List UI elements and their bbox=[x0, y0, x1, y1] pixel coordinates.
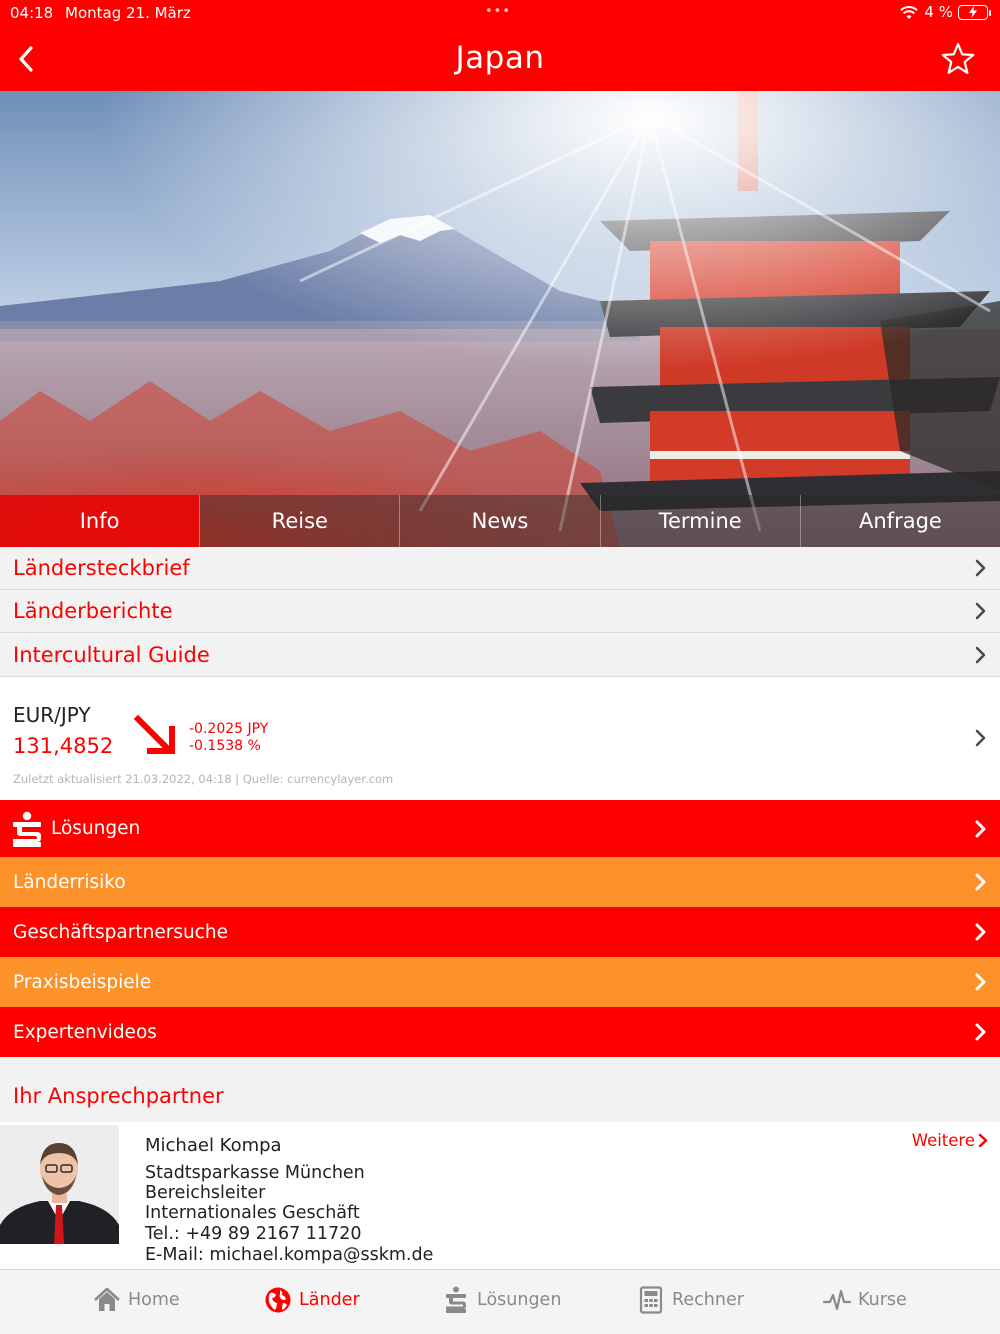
menu-label: Länderrisiko bbox=[13, 871, 126, 893]
tabbar-rechner[interactable]: Rechner bbox=[637, 1286, 744, 1314]
arrow-down-right-icon bbox=[133, 714, 175, 754]
chevron-right-icon bbox=[975, 729, 986, 747]
contact-organization: Stadtsparkasse München bbox=[145, 1163, 365, 1183]
currency-rate: 131,4852 bbox=[13, 734, 114, 758]
tabbar-loesungen[interactable]: Lösungen bbox=[442, 1286, 561, 1314]
chevron-right-icon bbox=[975, 873, 986, 891]
tab-reise[interactable]: Reise bbox=[199, 495, 400, 547]
status-time: 04:18 bbox=[10, 4, 54, 22]
battery-percent: 4 % bbox=[924, 3, 953, 21]
link-label: Ländersteckbrief bbox=[13, 556, 190, 580]
wifi-icon bbox=[900, 5, 919, 19]
tabbar-kurse[interactable]: Kurse bbox=[823, 1286, 907, 1314]
link-intercultural-guide[interactable]: Intercultural Guide bbox=[0, 633, 1000, 677]
contact-card: Michael Kompa Stadtsparkasse München Ber… bbox=[0, 1122, 1000, 1269]
link-label: Intercultural Guide bbox=[13, 642, 210, 667]
contact-department: Internationales Geschäft bbox=[145, 1203, 360, 1223]
tabbar-label: Lösungen bbox=[477, 1290, 562, 1310]
tab-news[interactable]: News bbox=[399, 495, 600, 547]
currency-pair: EUR/JPY bbox=[13, 703, 91, 727]
more-contacts-link[interactable]: Weitere bbox=[912, 1131, 988, 1150]
link-label: Länderberichte bbox=[13, 599, 173, 623]
tabbar-label: Home bbox=[128, 1290, 180, 1310]
chevron-right-icon bbox=[975, 973, 986, 991]
contact-avatar bbox=[0, 1125, 119, 1244]
chevron-right-icon bbox=[978, 1133, 988, 1148]
currency-change-percent: -0.1538 % bbox=[189, 738, 261, 754]
sparkasse-icon bbox=[13, 811, 41, 847]
status-indicators: 4 % bbox=[899, 3, 991, 21]
tabbar-label: Kurse bbox=[858, 1290, 907, 1310]
tabbar-laender[interactable]: Länder bbox=[264, 1286, 360, 1314]
menu-geschaeftspartnersuche[interactable]: Geschäftspartnersuche bbox=[0, 907, 1000, 957]
favorite-star-icon[interactable] bbox=[940, 41, 976, 77]
hero-image: Info Reise News Termine Anfrage bbox=[0, 91, 1000, 547]
sparkasse-icon bbox=[446, 1286, 466, 1313]
contact-phone[interactable]: Tel.: +49 89 2167 11720 bbox=[145, 1224, 361, 1244]
calculator-icon bbox=[639, 1286, 663, 1314]
contact-name: Michael Kompa bbox=[145, 1135, 282, 1156]
tabbar-label: Länder bbox=[299, 1290, 360, 1310]
menu-praxisbeispiele[interactable]: Praxisbeispiele bbox=[0, 957, 1000, 1007]
menu-expertenvideos[interactable]: Expertenvideos bbox=[0, 1007, 1000, 1057]
tab-info[interactable]: Info bbox=[0, 495, 200, 547]
top-bar: 04:18 Montag 21. März ••• 4 % Japan bbox=[0, 0, 1000, 91]
currency-updated: Zuletzt aktualisiert 21.03.2022, 04:18 |… bbox=[13, 772, 394, 786]
chevron-right-icon bbox=[975, 820, 986, 837]
globe-icon bbox=[265, 1287, 291, 1313]
menu-label: Lösungen bbox=[51, 818, 141, 839]
tabbar-label: Rechner bbox=[672, 1290, 744, 1310]
contact-email[interactable]: E-Mail: michael.kompa@sskm.de bbox=[145, 1245, 433, 1265]
chevron-right-icon bbox=[975, 602, 986, 620]
menu-label: Geschäftspartnersuche bbox=[13, 921, 228, 943]
status-date: Montag 21. März bbox=[65, 4, 191, 22]
tab-termine[interactable]: Termine bbox=[599, 495, 800, 547]
tab-anfrage[interactable]: Anfrage bbox=[799, 495, 1000, 547]
link-laendersteckbrief[interactable]: Ländersteckbrief bbox=[0, 547, 1000, 590]
link-laenderberichte[interactable]: Länderberichte bbox=[0, 590, 1000, 633]
chevron-right-icon bbox=[975, 1023, 986, 1041]
chevron-right-icon bbox=[975, 923, 986, 941]
chevron-right-icon bbox=[975, 559, 986, 577]
japan-landscape-image bbox=[0, 91, 1000, 547]
menu-loesungen[interactable]: Lösungen bbox=[0, 800, 1000, 857]
battery-icon bbox=[958, 4, 991, 20]
contact-role: Bereichsleiter bbox=[145, 1183, 266, 1203]
contact-heading: Ihr Ansprechpartner bbox=[0, 1057, 1000, 1122]
chevron-right-icon bbox=[975, 646, 986, 663]
pulse-chart-icon bbox=[823, 1289, 851, 1311]
bottom-tab-bar: Home Länder Lösungen Rechner Kurse bbox=[0, 1269, 1000, 1334]
multitasking-dots[interactable]: ••• bbox=[485, 4, 511, 19]
more-label: Weitere bbox=[911, 1131, 975, 1150]
menu-laenderrisiko[interactable]: Länderrisiko bbox=[0, 857, 1000, 907]
house-icon bbox=[94, 1287, 120, 1311]
menu-label: Praxisbeispiele bbox=[13, 971, 152, 993]
tabbar-home[interactable]: Home bbox=[93, 1286, 180, 1314]
menu-label: Expertenvideos bbox=[13, 1021, 157, 1043]
currency-change-absolute: -0.2025 JPY bbox=[189, 721, 269, 737]
page-title: Japan bbox=[455, 40, 545, 76]
section-tabs: Info Reise News Termine Anfrage bbox=[0, 495, 1000, 547]
currency-card[interactable]: EUR/JPY 131,4852 -0.2025 JPY -0.1538 % Z… bbox=[0, 677, 1000, 800]
